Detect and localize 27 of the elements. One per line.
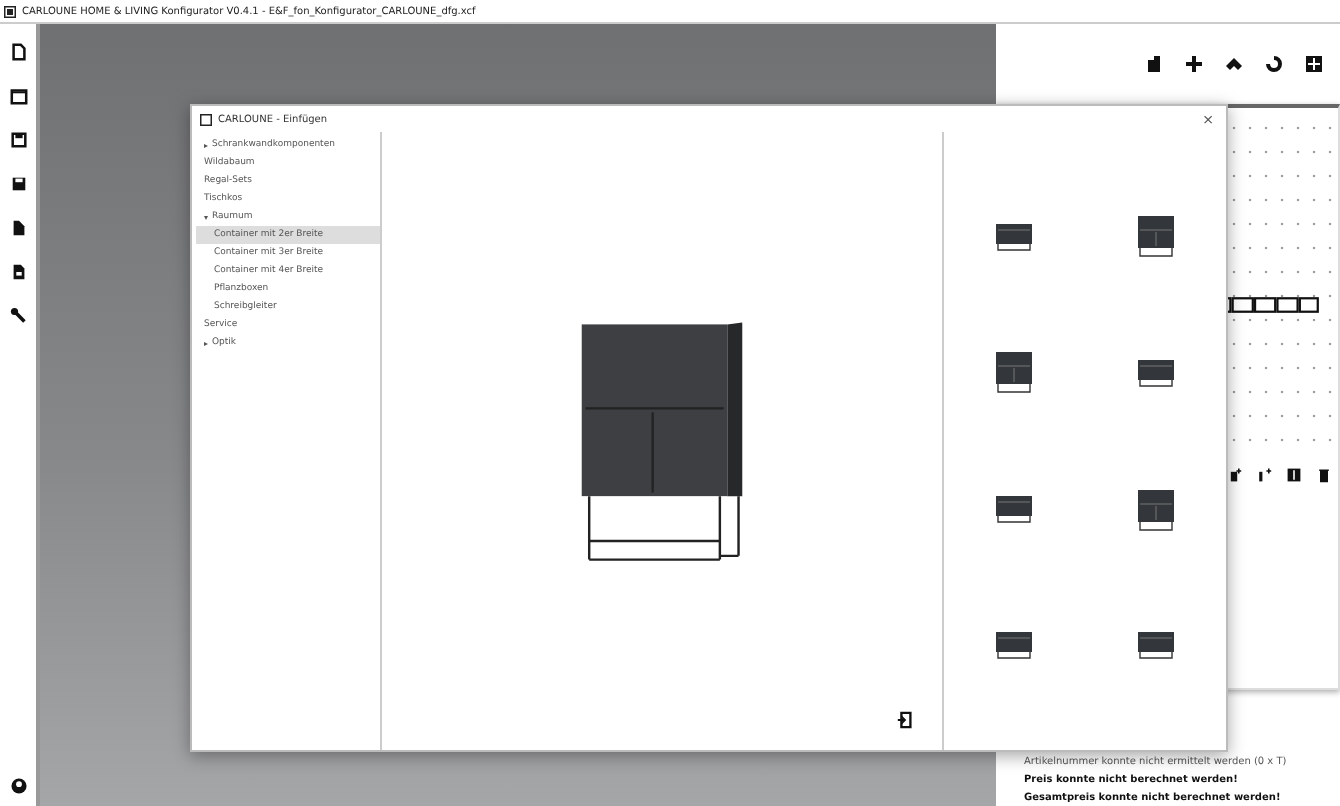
grid-view-icon[interactable] (1304, 54, 1324, 74)
cabinet-thumbnail[interactable] (1135, 630, 1176, 661)
document-icon[interactable] (9, 218, 27, 238)
app-icon (4, 5, 16, 17)
cabinet-thumbnail[interactable] (1135, 357, 1176, 388)
plus-icon[interactable] (1184, 54, 1204, 74)
cabinet-thumbnail[interactable] (994, 630, 1035, 661)
cabinet-thumbnail[interactable] (994, 494, 1035, 525)
folder-icon[interactable] (9, 86, 27, 106)
save-as-icon[interactable] (9, 174, 27, 194)
trash-icon[interactable] (1316, 466, 1332, 484)
help-icon[interactable] (9, 776, 27, 796)
cabinet-icon[interactable] (1144, 54, 1164, 74)
cabinet-thumbnail[interactable] (1135, 214, 1176, 259)
save-icon[interactable] (9, 130, 27, 150)
add-right-icon[interactable] (1256, 466, 1272, 484)
insert-icon[interactable] (896, 710, 914, 730)
dialog-icon (200, 113, 212, 125)
new-file-icon[interactable] (9, 42, 27, 62)
add-left-icon[interactable] (1226, 466, 1242, 484)
page-icon[interactable] (9, 262, 27, 282)
rotate-icon[interactable] (1264, 54, 1284, 74)
cabinet-thumbnail[interactable] (1135, 487, 1176, 532)
wrench-icon[interactable] (9, 306, 27, 326)
cabinet-thumbnail[interactable] (994, 350, 1035, 395)
module-icon[interactable] (1286, 466, 1302, 484)
cabinet-thumbnail[interactable] (994, 221, 1035, 252)
